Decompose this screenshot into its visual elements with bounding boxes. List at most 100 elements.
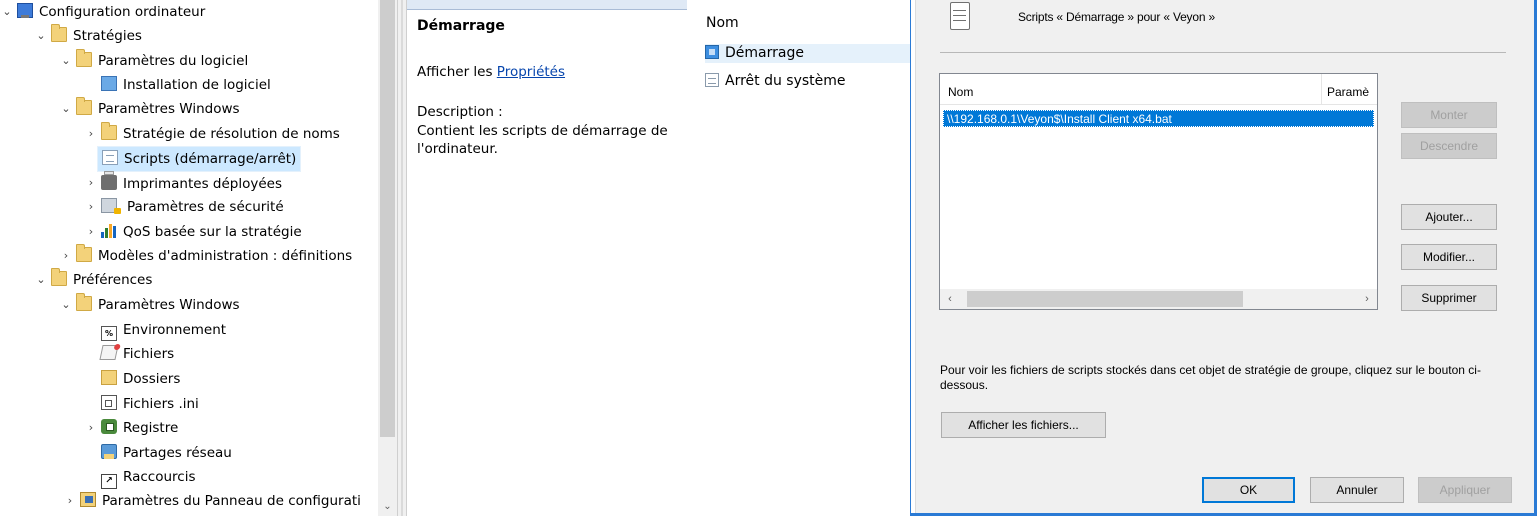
- files-icon: [99, 345, 119, 360]
- software-install-icon: [101, 76, 117, 91]
- ok-button[interactable]: OK: [1202, 477, 1295, 503]
- folder-icon: [101, 122, 117, 140]
- tree-item-files[interactable]: Fichiers: [99, 342, 175, 366]
- dialog-body: Scripts « Démarrage » pour « Veyon » Nom…: [916, 0, 1532, 513]
- tree-vertical-scrollbar[interactable]: ⌄: [378, 0, 397, 516]
- tree-item-control-panel[interactable]: › Paramètres du Panneau de configurati: [68, 489, 361, 513]
- console-tree: ⌄ Configuration ordinateur ⌄ Stratégies …: [0, 0, 378, 516]
- shutdown-script-icon: [705, 73, 719, 87]
- table-row[interactable]: \\192.168.0.1\Veyon$\Install Client x64.…: [943, 110, 1374, 127]
- network-share-icon: [101, 444, 117, 459]
- startup-script-icon: [705, 45, 719, 59]
- tree-item-ini-files[interactable]: Fichiers .ini: [101, 392, 199, 416]
- folder-icon: [51, 268, 67, 286]
- chevron-down-icon[interactable]: ⌄: [34, 24, 48, 48]
- security-icon: [101, 198, 121, 214]
- tree-item-label: Paramètres du logiciel: [98, 53, 249, 69]
- tree-item-label: Fichiers .ini: [123, 396, 199, 412]
- folder-icon: [76, 244, 92, 262]
- scroll-left-arrow-icon[interactable]: ‹: [940, 289, 960, 309]
- tree-item-label: Paramètres Windows: [98, 297, 240, 313]
- cancel-button[interactable]: Annuler: [1310, 477, 1404, 503]
- chevron-right-icon[interactable]: ›: [63, 489, 77, 513]
- chevron-right-icon[interactable]: ›: [84, 122, 98, 146]
- chevron-right-icon[interactable]: ›: [59, 244, 73, 268]
- edit-button[interactable]: Modifier...: [1401, 244, 1497, 270]
- move-down-button[interactable]: Descendre: [1401, 133, 1497, 159]
- tree-item-label: Modèles d'administration : définitions: [98, 248, 353, 264]
- tree-item-label: Préférences: [73, 272, 153, 288]
- folders-icon: [101, 370, 117, 385]
- list-item-startup[interactable]: Démarrage: [705, 44, 910, 63]
- tree-item-environment[interactable]: % Environnement: [101, 318, 226, 342]
- chevron-right-icon[interactable]: ›: [84, 195, 98, 219]
- properties-link[interactable]: Propriétés: [497, 64, 565, 80]
- folder-icon: [76, 97, 92, 115]
- chevron-down-icon[interactable]: ⌄: [59, 49, 73, 73]
- tree-item-shortcuts[interactable]: ↗ Raccourcis: [101, 465, 195, 489]
- chevron-down-icon[interactable]: ⌄: [0, 0, 14, 24]
- chevron-down-icon[interactable]: ⌄: [59, 97, 73, 121]
- tree-item-pref-windows-settings[interactable]: ⌄ Paramètres Windows: [61, 293, 240, 317]
- tree-item-label: Paramètres Windows: [98, 101, 240, 117]
- list-item-label: Arrêt du système: [725, 73, 846, 89]
- tree-item-qos[interactable]: › QoS basée sur la stratégie: [89, 220, 302, 244]
- list-column-name[interactable]: Nom: [706, 15, 739, 31]
- tree-item-network-shares[interactable]: Partages réseau: [101, 441, 232, 465]
- tree-item-label: Stratégie de résolution de noms: [123, 126, 340, 142]
- chevron-down-icon[interactable]: ⌄: [34, 268, 48, 292]
- chevron-right-icon[interactable]: ›: [84, 416, 98, 440]
- pane-splitter[interactable]: [397, 0, 407, 516]
- details-pane: Démarrage Afficher les Propriétés Descri…: [407, 0, 910, 516]
- scroll-down-arrow-icon[interactable]: ⌄: [378, 498, 397, 516]
- tree-item-windows-settings[interactable]: ⌄ Paramètres Windows: [61, 97, 240, 121]
- listview-header: Nom Paramè: [940, 74, 1377, 105]
- chevron-down-icon[interactable]: ⌄: [59, 293, 73, 317]
- qos-chart-icon: [101, 223, 117, 238]
- tree-item-folders[interactable]: Dossiers: [101, 367, 180, 391]
- chevron-right-icon[interactable]: ›: [84, 220, 98, 244]
- tree-item-label: Imprimantes déployées: [123, 176, 282, 192]
- tree-item-printers[interactable]: › Imprimantes déployées: [89, 171, 282, 195]
- folder-icon: [76, 49, 92, 67]
- tree-item-software-install[interactable]: Installation de logiciel: [101, 73, 271, 97]
- tree-item-policies[interactable]: ⌄ Stratégies: [36, 24, 142, 48]
- scroll-right-arrow-icon[interactable]: ›: [1357, 289, 1377, 309]
- view-tab[interactable]: [407, 0, 687, 10]
- tree-item-admin-templates[interactable]: › Modèles d'administration : définitions: [64, 244, 353, 268]
- scripts-listview[interactable]: Nom Paramè \\192.168.0.1\Veyon$\Install …: [939, 73, 1378, 310]
- tree-item-label: Configuration ordinateur: [39, 4, 206, 20]
- tree-item-security[interactable]: › Paramètres de sécurité: [89, 195, 284, 219]
- tree-item-label: Partages réseau: [123, 445, 232, 461]
- scripts-icon: [102, 150, 118, 165]
- column-header-params[interactable]: Paramè: [1322, 74, 1377, 104]
- show-files-button[interactable]: Afficher les fichiers...: [941, 412, 1106, 438]
- remove-button[interactable]: Supprimer: [1401, 285, 1497, 311]
- tree-item-software-settings[interactable]: ⌄ Paramètres du logiciel: [61, 49, 249, 73]
- list-item-label: Démarrage: [725, 45, 804, 61]
- folder-icon: [51, 24, 67, 42]
- tree-item-name-resolution[interactable]: › Stratégie de résolution de noms: [89, 122, 340, 146]
- scrollbar-thumb[interactable]: [380, 0, 395, 437]
- listview-horizontal-scrollbar[interactable]: ‹ ›: [940, 289, 1377, 309]
- tree-item-label: Paramètres du Panneau de configurati: [102, 493, 361, 509]
- tree-item-scripts[interactable]: Scripts (démarrage/arrêt): [97, 146, 302, 172]
- tree-item-registry[interactable]: › Registre: [89, 416, 179, 440]
- tree-item-label: Registre: [123, 420, 179, 436]
- show-properties-line: Afficher les Propriétés: [417, 64, 565, 80]
- add-button[interactable]: Ajouter...: [1401, 204, 1497, 230]
- apply-button[interactable]: Appliquer: [1418, 477, 1512, 503]
- tree-item-label: QoS basée sur la stratégie: [123, 224, 302, 240]
- dialog-heading: Scripts « Démarrage » pour « Veyon »: [1018, 10, 1215, 24]
- description-label: Description :: [417, 104, 503, 120]
- list-item-shutdown[interactable]: Arrêt du système: [705, 72, 846, 91]
- chevron-right-icon[interactable]: ›: [84, 171, 98, 195]
- tree-item-preferences[interactable]: ⌄ Préférences: [36, 268, 153, 292]
- tree-item-label: Dossiers: [123, 371, 181, 387]
- tree-item-label: Fichiers: [123, 346, 175, 362]
- startup-scripts-dialog: Scripts « Démarrage » pour « Veyon » Nom…: [910, 0, 1537, 516]
- column-header-name[interactable]: Nom: [940, 74, 1322, 104]
- scrollbar-thumb[interactable]: [967, 291, 1243, 307]
- tree-item-computer-config[interactable]: ⌄ Configuration ordinateur: [2, 0, 206, 24]
- move-up-button[interactable]: Monter: [1401, 102, 1497, 128]
